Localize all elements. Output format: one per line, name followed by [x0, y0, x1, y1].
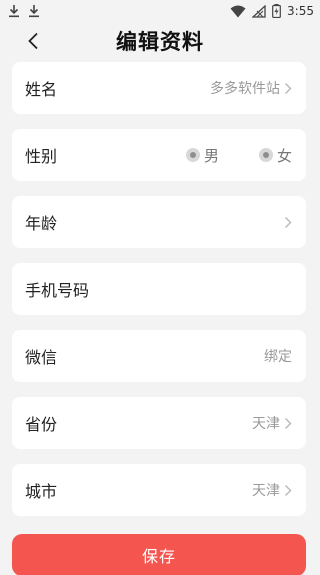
chevron-right-icon	[284, 417, 292, 430]
battery-charging-icon	[272, 4, 281, 18]
download-icon	[8, 4, 20, 18]
gender-label: 性别	[25, 147, 58, 166]
chevron-right-icon	[284, 216, 292, 229]
save-button[interactable]: 保存	[12, 534, 306, 575]
wechat-row[interactable]: 微信 绑定	[12, 330, 306, 382]
radio-icon	[185, 148, 200, 162]
phone-label: 手机号码	[25, 281, 90, 300]
download-icon	[28, 4, 40, 18]
gender-female-label: 女	[276, 146, 292, 165]
gender-male-radio[interactable]: 男	[185, 145, 219, 166]
chevron-right-icon	[284, 82, 292, 95]
name-row[interactable]: 姓名 多多软件站	[12, 62, 306, 114]
province-label: 省份	[25, 415, 58, 434]
status-time: 3:55	[287, 4, 314, 18]
phone-row[interactable]: 手机号码	[12, 263, 306, 315]
no-signal-icon	[252, 4, 266, 18]
gender-options: 男 女	[185, 145, 292, 166]
gender-row: 性别 男 女	[12, 129, 306, 181]
city-value: 天津	[252, 483, 280, 499]
gender-female-radio[interactable]: 女	[258, 145, 292, 166]
age-row[interactable]: 年龄	[12, 196, 306, 248]
wechat-label: 微信	[25, 348, 58, 367]
province-value: 天津	[252, 416, 280, 432]
radio-icon	[258, 148, 273, 162]
city-row[interactable]: 城市 天津	[12, 464, 306, 516]
profile-form: 姓名 多多软件站 性别 男 女 年龄 手机号码 微信 绑定 省份 天津 城市 天…	[12, 62, 306, 531]
name-value: 多多软件站	[210, 81, 280, 97]
page-title: 编辑资料	[116, 30, 204, 54]
header: 编辑资料	[0, 24, 320, 60]
age-label: 年龄	[25, 214, 58, 233]
chevron-right-icon	[284, 484, 292, 497]
status-bar: 3:55	[0, 0, 320, 22]
gender-male-label: 男	[203, 146, 219, 165]
wifi-icon	[230, 5, 246, 18]
wechat-bind-link[interactable]: 绑定	[264, 346, 292, 366]
name-label: 姓名	[25, 80, 58, 99]
city-label: 城市	[25, 482, 58, 501]
province-row[interactable]: 省份 天津	[12, 397, 306, 449]
